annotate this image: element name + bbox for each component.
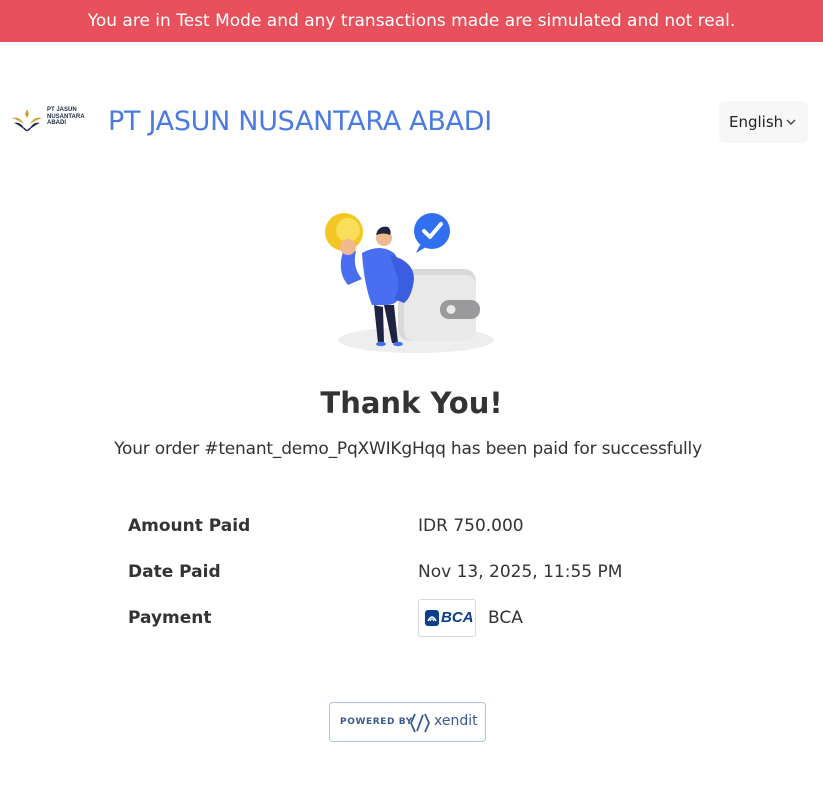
order-status-message: Your order #tenant_demo_PqXWIKgHqq has b… <box>114 439 702 459</box>
date-paid-value: Nov 13, 2025, 11:55 PM <box>418 562 623 582</box>
bank-logo-text: BCA <box>441 609 474 626</box>
date-paid-label: Date Paid <box>128 562 221 582</box>
language-selected: English <box>729 113 784 131</box>
amount-paid-label: Amount Paid <box>128 516 251 536</box>
powered-by-label: POWERED BY <box>340 717 413 727</box>
bca-logo-icon <box>425 610 439 626</box>
merchant-logo: PT JASUN NUSANTARA ABADI <box>10 104 90 138</box>
thank-you-heading: Thank You! <box>320 386 503 420</box>
page-header: PT JASUN NUSANTARA ABADI PT JASUN NUSANT… <box>0 90 823 154</box>
merchant-logo-icon <box>12 109 42 132</box>
xendit-wordmark: xendit <box>434 713 478 729</box>
payment-label: Payment <box>128 608 212 628</box>
payment-success-illustration <box>320 205 500 360</box>
xendit-logo-icon <box>410 713 430 733</box>
merchant-name: PT JASUN NUSANTARA ABADI <box>108 106 492 137</box>
merchant-logo-text: PT JASUN NUSANTARA ABADI <box>47 107 85 126</box>
amount-paid-value: IDR 750.000 <box>418 516 524 536</box>
payment-method-value: BCA <box>488 608 523 628</box>
language-select[interactable]: English <box>719 101 808 143</box>
powered-by-xendit-badge[interactable]: POWERED BY xendit <box>329 702 486 742</box>
test-mode-banner: You are in Test Mode and any transaction… <box>0 0 823 42</box>
bank-logo: BCA <box>418 599 476 637</box>
chevron-down-icon <box>786 101 796 161</box>
